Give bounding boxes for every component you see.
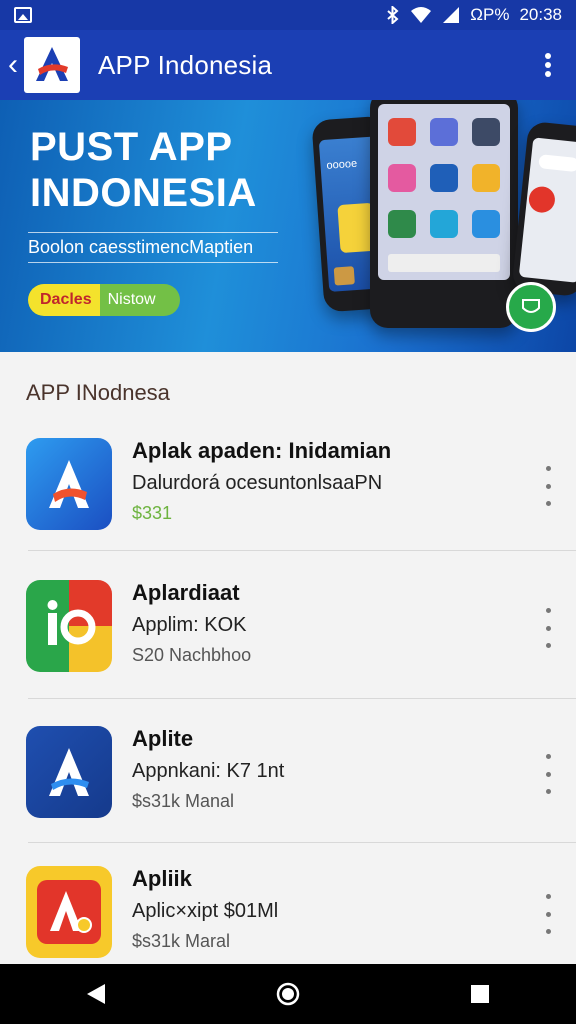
toolbar-title: APP Indonesia (98, 49, 273, 80)
app-name: Aplak apaden: Inidamian (132, 438, 392, 463)
item-overflow-icon[interactable] (538, 466, 558, 506)
app-icon-a-navy (26, 726, 112, 818)
screen: ΩP% 20:38 ‹ APP Indonesia PUST APP INDON… (0, 0, 576, 1024)
app-list-item[interactable]: Aplite Appnkani: K7 1nt $s31k Manal (0, 726, 576, 872)
banner-cta-button[interactable]: Dacles Nistow (28, 284, 180, 316)
divider (28, 698, 576, 699)
divider (28, 842, 576, 843)
overflow-menu-icon[interactable] (520, 30, 576, 100)
banner-cta-right: Nistow (107, 291, 156, 308)
app-info: Aplite Appnkani: K7 1nt $s31k Manal (132, 726, 284, 812)
system-nav-bar (0, 964, 576, 1024)
app-list-item[interactable]: Aplak apaden: Inidamian Dalurdorá ocesun… (0, 438, 576, 584)
app-icon-a-yellow (26, 866, 112, 958)
app-list-item[interactable]: Aplardiaat Applim: KOK S20 Nachbhoo (0, 580, 576, 726)
app-logo (24, 37, 80, 93)
app-name: Aplite (132, 726, 194, 751)
signal-icon (443, 7, 460, 23)
app-name: Aplardiaat (132, 580, 240, 605)
app-price: $s31k Manal (132, 791, 235, 811)
app-price: $331 (132, 503, 173, 523)
app-info: Aplardiaat Applim: KOK S20 Nachbhoo (132, 580, 251, 666)
banner-subtitle: Boolon caesstimencMaptien (28, 232, 278, 263)
app-desc: Appnkani: K7 1nt (132, 760, 285, 782)
app-toolbar: ‹ APP Indonesia (0, 30, 576, 100)
app-desc: Aplic×xipt $01Ml (132, 900, 279, 922)
section-title: APP INodnesa (26, 380, 170, 405)
app-desc: Applim: KOK (132, 614, 247, 636)
phone-illustration-main (370, 100, 518, 328)
banner-title: PUST APP INDONESIA (30, 124, 257, 216)
image-icon (14, 7, 32, 23)
item-overflow-icon[interactable] (538, 754, 558, 794)
item-overflow-icon[interactable] (538, 608, 558, 648)
bluetooth-icon (387, 6, 399, 24)
square-recents-icon[interactable] (450, 964, 510, 1024)
app-price: $s31k Maral (132, 931, 231, 951)
circle-home-icon[interactable] (258, 964, 318, 1024)
app-icon-jo-green (26, 580, 112, 672)
app-name: Apliik (132, 866, 192, 891)
item-overflow-icon[interactable] (538, 894, 558, 934)
status-time: 20:38 (519, 5, 562, 24)
divider (28, 550, 576, 551)
triangle-back-icon[interactable] (66, 964, 126, 1024)
banner-title-line1: PUST APP (30, 125, 233, 169)
logo-a-icon (36, 47, 68, 81)
promo-banner[interactable]: PUST APP INDONESIA Boolon caesstimencMap… (0, 100, 576, 352)
shield-icon (506, 282, 556, 332)
back-arrow-icon[interactable]: ‹ (2, 30, 24, 100)
phone-illustration-right (511, 120, 576, 298)
banner-title-line2: INDONESIA (30, 171, 257, 215)
status-bar: ΩP% 20:38 (0, 0, 576, 30)
app-desc: Dalurdorá ocesuntonlsaaPN (132, 472, 383, 494)
app-price: S20 Nachbhoo (132, 645, 252, 665)
app-icon-a-blue (26, 438, 112, 530)
app-info: Aplak apaden: Inidamian Dalurdorá ocesun… (132, 438, 391, 524)
app-info: Apliik Aplic×xipt $01Ml $s31k Maral (132, 866, 278, 952)
battery-text: ΩP% (470, 5, 510, 24)
wifi-icon (411, 7, 432, 23)
banner-cta-left: Dacles (28, 284, 100, 316)
